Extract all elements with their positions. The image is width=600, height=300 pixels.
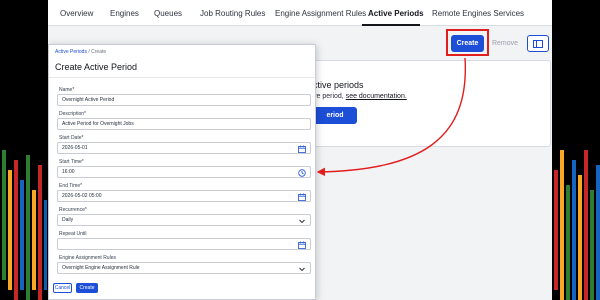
- left-bars: [2, 150, 47, 300]
- start-time-label: Start Time*: [59, 159, 84, 165]
- dialog-create-button[interactable]: Create: [76, 283, 98, 293]
- calendar-icon[interactable]: [298, 145, 306, 153]
- description-value: Active Period for Overnight Jobs: [62, 121, 134, 127]
- recurrence-label: Recurrence*: [59, 207, 87, 213]
- tab-job-routing-rules[interactable]: Job Routing Rules: [200, 9, 265, 18]
- empty-state-description: ve period,: [313, 93, 346, 100]
- breadcrumb-separator: /: [88, 49, 90, 55]
- end-time-label: End Time*: [59, 183, 83, 189]
- start-date-field[interactable]: 2026-05-01: [57, 142, 311, 154]
- empty-state-text: ve period, see documentation.: [313, 93, 407, 100]
- name-value: Overnight Active Period: [62, 97, 115, 103]
- empty-state-card: [313, 60, 551, 147]
- clock-icon[interactable]: [298, 169, 306, 177]
- tab-overview[interactable]: Overview: [60, 9, 93, 18]
- create-active-period-dialog: Active Periods / Create Create Active Pe…: [48, 44, 316, 300]
- cancel-button[interactable]: Cancel: [53, 283, 72, 293]
- description-label: Description*: [59, 111, 86, 117]
- breadcrumb-active-periods-link[interactable]: Active Periods: [55, 49, 87, 55]
- name-label: Name*: [59, 87, 75, 93]
- tab-engine-assignment-rules[interactable]: Engine Assignment Rules: [275, 9, 366, 18]
- dialog-title: Create Active Period: [55, 62, 138, 72]
- tab-queues[interactable]: Queues: [154, 9, 182, 18]
- empty-state-create-button[interactable]: eriod: [313, 107, 357, 124]
- remove-button[interactable]: Remove: [489, 36, 521, 50]
- columns-icon: [533, 39, 543, 48]
- create-button[interactable]: Create: [451, 35, 484, 52]
- tab-active-periods[interactable]: Active Periods: [368, 9, 424, 18]
- end-time-value: 2026-05-02 05:00: [62, 193, 102, 199]
- start-date-value: 2026-05-01: [62, 145, 88, 151]
- breadcrumb: Active Periods / Create: [55, 49, 106, 55]
- name-field[interactable]: Overnight Active Period: [57, 94, 311, 106]
- end-time-field[interactable]: 2026-05-02 05:00: [57, 190, 311, 202]
- right-bars: [554, 150, 600, 300]
- start-time-value: 16:00: [62, 169, 75, 175]
- start-time-field[interactable]: 16:00: [57, 166, 311, 178]
- columns-toggle-button[interactable]: [527, 35, 549, 52]
- calendar-icon[interactable]: [298, 241, 306, 249]
- engine-assignment-rules-value: Overnight Engine Assignment Rule: [62, 265, 140, 271]
- calendar-icon[interactable]: [298, 193, 306, 201]
- empty-state-title: ctive periods: [313, 80, 364, 90]
- engine-assignment-rules-select[interactable]: Overnight Engine Assignment Rule: [57, 262, 311, 274]
- repeat-until-label: Repeat Until: [59, 231, 87, 237]
- start-date-label: Start Date*: [59, 135, 84, 141]
- engine-assignment-rules-label: Engine Assignment Rules: [59, 255, 116, 261]
- repeat-until-field[interactable]: [57, 238, 311, 250]
- description-field[interactable]: Active Period for Overnight Jobs: [57, 118, 311, 130]
- breadcrumb-current: Create: [91, 49, 107, 55]
- recurrence-value: Daily: [62, 217, 74, 223]
- dialog-divider: [49, 77, 315, 78]
- tab-bar: Overview Engines Queues Job Routing Rule…: [48, 0, 552, 26]
- tab-engines[interactable]: Engines: [110, 9, 139, 18]
- active-tab-indicator: [362, 24, 420, 26]
- documentation-link[interactable]: see documentation.: [346, 93, 407, 100]
- recurrence-select[interactable]: Daily: [57, 214, 311, 226]
- tab-remote-engines-services[interactable]: Remote Engines Services: [432, 9, 524, 18]
- chevron-down-icon: [299, 219, 305, 224]
- chevron-down-icon: [299, 267, 305, 272]
